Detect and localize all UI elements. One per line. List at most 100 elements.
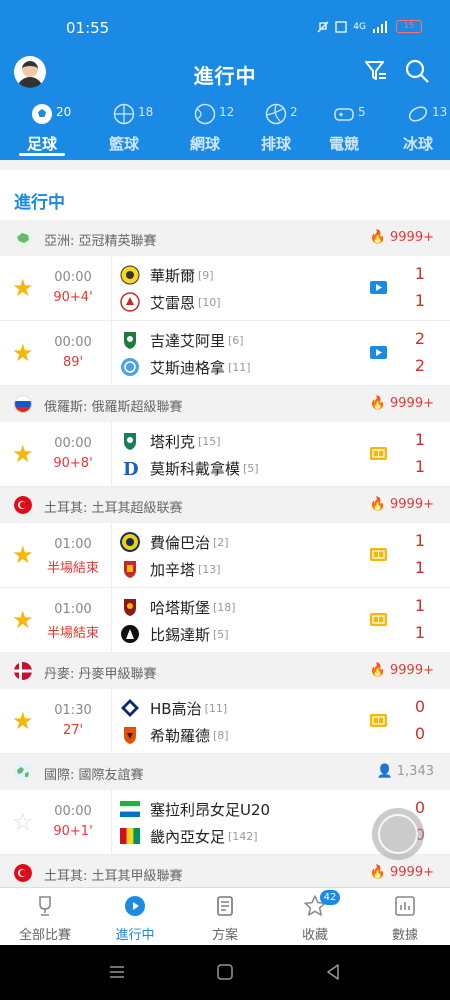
team-rank: [6] <box>228 333 244 347</box>
divider <box>111 523 112 588</box>
filter-icon[interactable] <box>363 58 389 84</box>
away-team: 加辛塔 [13] <box>120 558 221 580</box>
favorite-star-icon[interactable]: ☆ <box>12 810 34 834</box>
league-name: 俄羅斯: 俄羅斯超級聯賽 <box>44 400 183 415</box>
team-rank: [2] <box>213 535 229 549</box>
video-icon[interactable] <box>370 346 387 359</box>
match-list[interactable]: 進行中 亞洲: 亞冠精英聯賽 🔥 9999+ ★ 00:00 90+4' 華斯爾… <box>0 160 450 887</box>
home-team: 塞拉利昂女足U20 <box>120 798 273 820</box>
favorite-star-icon[interactable]: ★ <box>12 442 34 466</box>
search-icon[interactable] <box>404 58 430 84</box>
tab-label: 冰球 <box>402 135 433 153</box>
tab-count: 20 <box>56 105 72 119</box>
match-status: 半場結束 <box>46 626 99 641</box>
home-team: 哈塔斯堡 [18] <box>120 596 236 618</box>
team-name: 艾斯迪格拿 <box>150 358 226 377</box>
team-name: 華斯爾 <box>150 266 196 285</box>
team-rank: [11] <box>204 701 228 715</box>
tab-volleyball[interactable]: 2 排球 <box>248 100 318 156</box>
home-score: 1 <box>414 430 426 449</box>
team-name: 加辛塔 <box>150 560 196 579</box>
animation-icon[interactable] <box>370 447 387 460</box>
league-name: 土耳其: 土耳其甲級聯賽 <box>44 869 183 884</box>
hot-count: 🔥 9999+ <box>369 396 434 411</box>
league-header[interactable]: 亞洲: 亞冠精英聯賽 🔥 9999+ <box>0 220 450 256</box>
hot-value: 9999+ <box>390 663 434 678</box>
favorite-star-icon[interactable]: ★ <box>12 341 34 365</box>
hot-count: 🔥 9999+ <box>369 230 434 245</box>
tab-basketball[interactable]: 18 籃球 <box>96 100 166 156</box>
turkey-flag-icon <box>14 864 32 882</box>
favorite-star-icon[interactable]: ★ <box>12 709 34 733</box>
league-header[interactable]: 俄羅斯: 俄羅斯超級聯賽 🔥 9999+ <box>0 386 450 422</box>
match-row[interactable]: ★ 00:00 90+4' 華斯爾 [9] 艾雷恩 [10] 1 1 <box>0 256 450 321</box>
home-team: HB高治 [11] <box>120 697 227 719</box>
favorite-star-icon[interactable]: ★ <box>12 608 34 632</box>
back-icon[interactable] <box>324 963 342 981</box>
match-time: 01:00 <box>54 602 92 617</box>
away-score: 1 <box>414 623 426 642</box>
mute-icon <box>317 21 329 32</box>
animation-icon[interactable] <box>370 548 387 561</box>
tab-ice-hockey[interactable]: 13 冰球 <box>390 100 450 156</box>
asia-map-icon <box>14 229 32 247</box>
league-name: 亞洲: 亞冠精英聯賽 <box>44 234 157 249</box>
away-score: 1 <box>414 457 426 476</box>
home-team: 吉達艾阿里 [6] <box>120 329 244 351</box>
team-name: 比錫達斯 <box>150 625 211 644</box>
animation-icon[interactable] <box>370 613 387 626</box>
battery-level: 15 <box>403 21 415 30</box>
nav-all-matches[interactable]: 全部比賽 <box>0 888 90 946</box>
home-score: 2 <box>414 329 426 348</box>
nav-live[interactable]: 進行中 <box>90 888 180 946</box>
team-name: 莫斯科戴拿模 <box>150 459 241 478</box>
hot-count: 🔥 9999+ <box>369 663 434 678</box>
video-icon[interactable] <box>370 281 387 294</box>
match-row[interactable]: ★ 00:00 89' 吉達艾阿里 [6] 艾斯迪格拿 [11] 2 2 <box>0 321 450 386</box>
league-header[interactable]: 土耳其: 土耳其超級联赛 🔥 9999+ <box>0 487 450 523</box>
tab-tennis[interactable]: 12 網球 <box>177 100 247 156</box>
team-logo-icon <box>120 292 140 312</box>
away-team: 艾雷恩 [10] <box>120 291 221 313</box>
hot-value: 9999+ <box>390 865 434 880</box>
floating-action-button[interactable] <box>372 808 424 860</box>
tab-count: 12 <box>219 105 235 119</box>
team-name: 塞拉利昂女足U20 <box>150 800 271 819</box>
away-team: D 莫斯科戴拿模 [5] <box>120 457 259 479</box>
favorite-star-icon[interactable]: ★ <box>12 276 34 300</box>
menu-icon[interactable] <box>108 963 126 981</box>
top-bar: 進行中 <box>0 50 450 96</box>
nav-label: 進行中 <box>115 928 155 943</box>
match-row[interactable]: ★ 01:30 27' HB高治 [11] 希勒羅德 [8] 0 0 <box>0 689 450 754</box>
away-team: 畿內亞女足 [142] <box>120 825 258 847</box>
match-row[interactable]: ★ 00:00 90+8' 塔利克 [15] D 莫斯科戴拿模 [5] 1 1 <box>0 422 450 487</box>
animation-icon[interactable] <box>370 714 387 727</box>
team-logo-icon <box>121 699 139 717</box>
network-type: 4G <box>353 21 366 32</box>
league-header[interactable]: 國際: 國際友誼賽 👤 1,343 <box>0 754 450 790</box>
team-rank: [5] <box>243 461 259 475</box>
russia-flag-icon <box>14 395 32 413</box>
team-rank: [15] <box>198 434 221 448</box>
league-header[interactable]: 丹麥: 丹麥甲級聯賽 🔥 9999+ <box>0 653 450 689</box>
hockey-puck-icon <box>408 106 428 122</box>
away-score: 1 <box>414 558 426 577</box>
home-team: 華斯爾 [9] <box>120 264 214 286</box>
home-icon[interactable] <box>216 963 234 981</box>
league-header[interactable]: 土耳其: 土耳其甲級聯賽 🔥 9999+ <box>0 855 450 887</box>
favorite-star-icon[interactable]: ★ <box>12 543 34 567</box>
match-row[interactable]: ★ 01:00 半場結束 哈塔斯堡 [18] 比錫達斯 [5] 1 1 <box>0 588 450 653</box>
tab-soccer[interactable]: 20 足球 <box>14 100 84 156</box>
nav-favorites[interactable]: 收藏 <box>270 888 360 946</box>
status-icons: 4G 15 <box>317 20 422 33</box>
home-score: 1 <box>414 264 426 283</box>
match-status: 半場結束 <box>46 561 99 576</box>
nav-data[interactable]: 數據 <box>360 888 450 946</box>
tab-count: 18 <box>138 105 154 119</box>
gamepad-icon <box>334 108 354 121</box>
team-rank: [9] <box>198 268 214 282</box>
match-row[interactable]: ★ 01:00 半場結束 費倫巴治 [2] 加辛塔 [13] 1 1 <box>0 523 450 588</box>
match-status: 90+1' <box>53 824 93 839</box>
tab-esports[interactable]: 5 電競 <box>316 100 386 156</box>
nav-plans[interactable]: 方案 <box>180 888 270 946</box>
